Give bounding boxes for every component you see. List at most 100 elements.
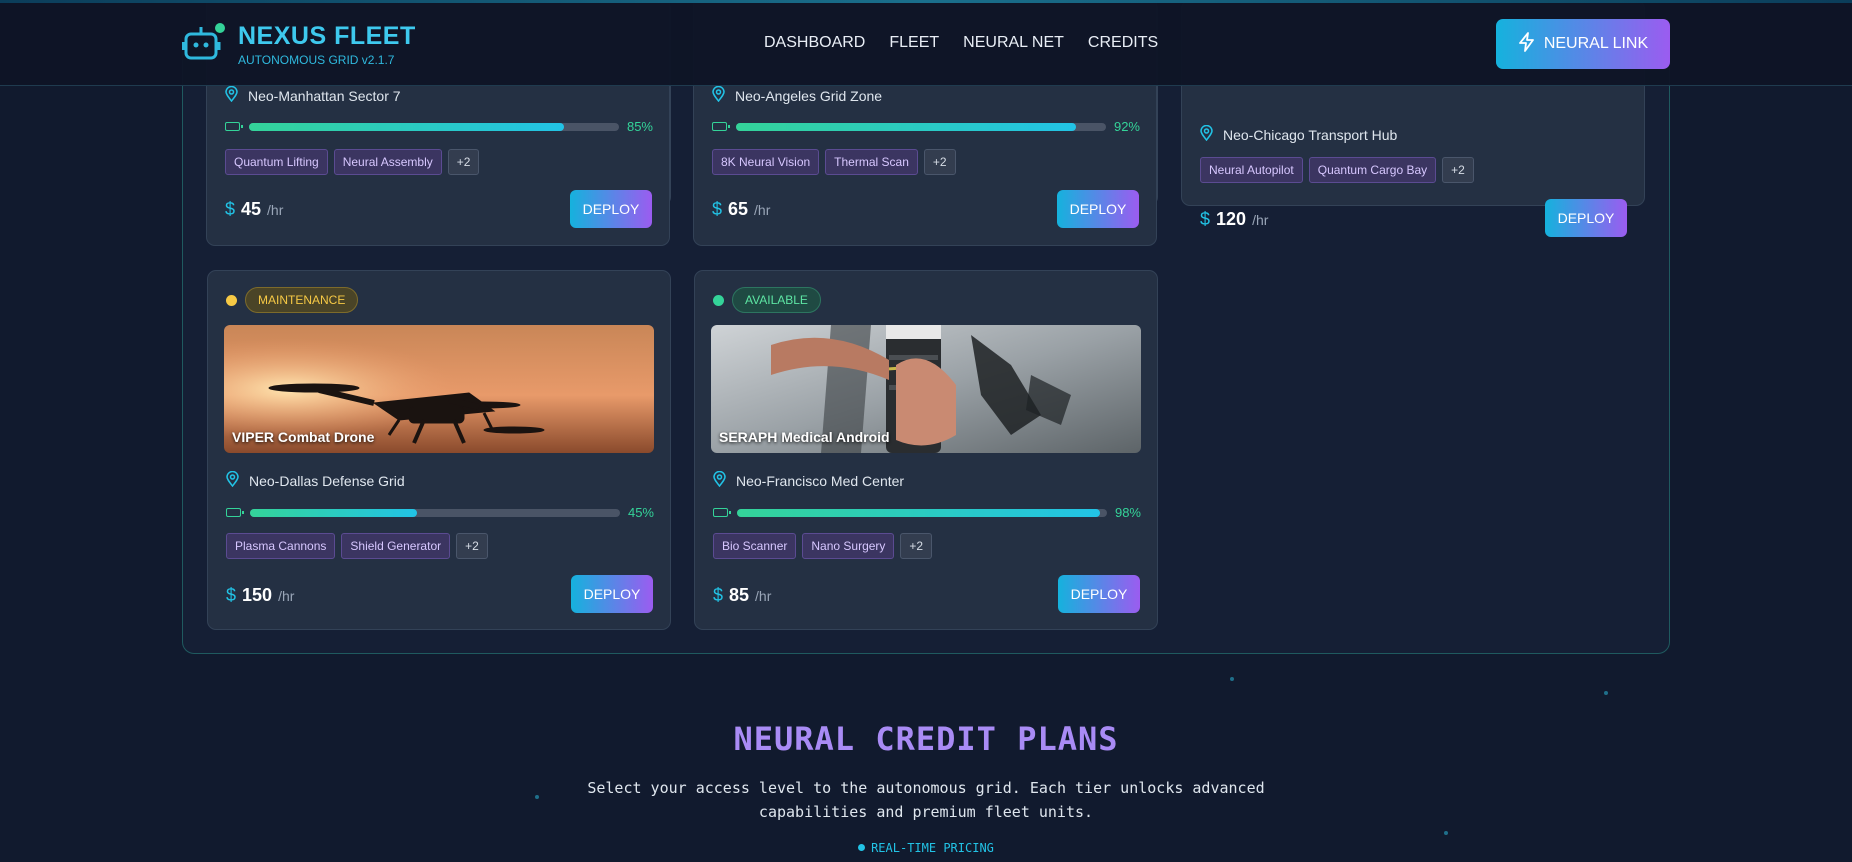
price-unit: /hr <box>755 588 772 604</box>
location-text: Neo-Chicago Transport Hub <box>1223 126 1398 143</box>
tag: 8K Neural Vision <box>712 149 820 175</box>
location-text: Neo-Dallas Defense Grid <box>249 472 405 489</box>
deploy-button[interactable]: DEPLOY <box>1545 199 1627 237</box>
battery-row: 92% <box>712 119 1140 135</box>
price: $ 65 /hr <box>712 199 770 220</box>
price-unit: /hr <box>754 202 771 218</box>
particle <box>535 795 539 799</box>
location: Neo-Francisco Med Center <box>713 470 905 490</box>
status-badge: MAINTENANCE <box>245 287 359 313</box>
plans-title: NEURAL CREDIT PLANS <box>733 720 1119 758</box>
realtime-dot-icon <box>858 844 866 851</box>
neural-link-button[interactable]: NEURAL LINK <box>1496 19 1670 69</box>
location: Neo-Chicago Transport Hub <box>1200 124 1398 144</box>
unit-image: VIPER Combat Drone <box>224 325 654 453</box>
location-text: Neo-Francisco Med Center <box>736 472 905 489</box>
particle <box>1230 677 1234 681</box>
battery-track <box>736 123 1106 131</box>
tag: Nano Surgery <box>802 533 895 559</box>
location-pin-icon <box>1200 124 1213 144</box>
location-text: Neo-Angeles Grid Zone <box>735 87 883 104</box>
main-nav: DASHBOARD FLEET NEURAL NET CREDITS <box>764 34 1158 52</box>
battery-icon <box>226 508 244 517</box>
location-pin-icon <box>713 470 726 490</box>
battery-percent: 92% <box>1113 119 1140 134</box>
battery-row: 85% <box>225 119 653 135</box>
battery-percent: 85% <box>626 119 653 134</box>
dollar-icon: $ <box>225 199 236 219</box>
battery-fill <box>249 123 564 131</box>
price: $ 150 /hr <box>226 585 294 606</box>
tag-more[interactable]: +2 <box>900 533 933 559</box>
unit-name: SERAPH Medical Android <box>719 429 890 445</box>
dollar-icon: $ <box>713 585 724 605</box>
battery-track <box>250 509 620 517</box>
deploy-button[interactable]: DEPLOY <box>1057 190 1139 228</box>
tag: Shield Generator <box>341 533 451 559</box>
realtime-text: REAL-TIME PRICING <box>871 841 994 855</box>
tag: Quantum Cargo Bay <box>1308 157 1437 183</box>
dollar-icon: $ <box>712 199 723 219</box>
tag-more[interactable]: +2 <box>447 149 480 175</box>
nav-neural-net[interactable]: NEURAL NET <box>963 34 1064 52</box>
particle <box>1444 831 1448 835</box>
price: $ 120 /hr <box>1200 209 1268 230</box>
battery-track <box>249 123 619 131</box>
status-badge: AVAILABLE <box>732 287 821 313</box>
status-row: MAINTENANCE <box>226 287 359 313</box>
battery-fill <box>736 123 1077 131</box>
particle <box>1604 691 1608 695</box>
nav-dashboard[interactable]: DASHBOARD <box>764 34 865 52</box>
tag: Plasma Cannons <box>226 533 336 559</box>
price-unit: /hr <box>1252 212 1269 228</box>
plans-description: Select your access level to the autonomo… <box>576 776 1276 824</box>
battery-percent: 98% <box>1114 505 1141 520</box>
tag-more[interactable]: +2 <box>1442 157 1474 183</box>
plans-description-line: capabilities and premium fleet units. <box>758 803 1094 821</box>
tag: Thermal Scan <box>825 149 918 175</box>
nav-credits[interactable]: CREDITS <box>1088 34 1158 52</box>
battery-icon <box>225 122 243 131</box>
status-dot <box>713 294 724 306</box>
deploy-button[interactable]: DEPLOY <box>570 190 652 228</box>
battery-track <box>737 509 1107 517</box>
tag-list: Quantum Lifting Neural Assembly +2 <box>225 149 480 175</box>
location-pin-icon <box>226 470 239 490</box>
brand-title: NEXUS FLEET <box>238 22 416 50</box>
price: $ 45 /hr <box>225 199 283 220</box>
price-unit: /hr <box>278 588 295 604</box>
robot-logo-icon[interactable] <box>181 22 228 62</box>
unit-image: SERAPH Medical Android <box>711 325 1141 453</box>
location-text: Neo-Manhattan Sector 7 <box>248 87 401 104</box>
site-header: NEXUS FLEET AUTONOMOUS GRID v2.1.7 DASHB… <box>0 0 1852 86</box>
tag-more[interactable]: +2 <box>923 149 956 175</box>
fleet-card: MAINTENANCE VIPER Combat Drone Neo-Dalla… <box>207 270 671 630</box>
location-pin-icon <box>225 85 238 105</box>
battery-icon <box>713 508 731 517</box>
price-value: 85 <box>729 585 750 605</box>
location: Neo-Angeles Grid Zone <box>712 85 883 105</box>
location-pin-icon <box>712 85 725 105</box>
status-row: AVAILABLE <box>713 287 821 313</box>
neural-link-label: NEURAL LINK <box>1543 35 1649 52</box>
price-value: 150 <box>242 585 273 605</box>
price-value: 45 <box>241 199 262 219</box>
realtime-pricing-label: REAL-TIME PRICING <box>0 841 1852 855</box>
location: Neo-Dallas Defense Grid <box>226 470 405 490</box>
plans-description-line: Select your access level to the autonomo… <box>587 779 1265 797</box>
deploy-button[interactable]: DEPLOY <box>1058 575 1140 613</box>
tag: Neural Assembly <box>333 149 442 175</box>
unit-name: VIPER Combat Drone <box>232 429 375 445</box>
tag: Quantum Lifting <box>225 149 328 175</box>
price-value: 120 <box>1216 209 1247 229</box>
tag-list: Neural Autopilot Quantum Cargo Bay +2 <box>1200 157 1474 183</box>
tag-more[interactable]: +2 <box>456 533 488 559</box>
battery-fill <box>737 509 1100 517</box>
lightning-icon <box>1518 31 1536 57</box>
deploy-button[interactable]: DEPLOY <box>571 575 653 613</box>
fleet-card: AVAILABLE SERAPH Medical Android Neo-Fra… <box>694 270 1158 630</box>
tag: Neural Autopilot <box>1200 157 1303 183</box>
price-value: 65 <box>728 199 749 219</box>
battery-row: 45% <box>226 505 654 521</box>
nav-fleet[interactable]: FLEET <box>889 34 939 52</box>
